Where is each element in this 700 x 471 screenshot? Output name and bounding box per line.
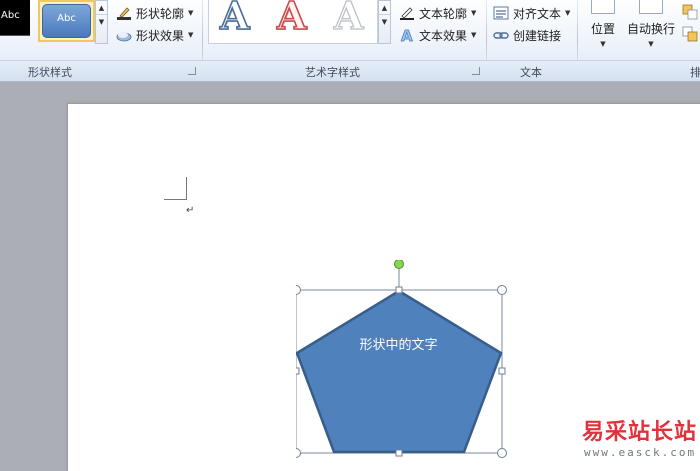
bring-forward-icon[interactable] xyxy=(682,4,698,20)
shape-effects-label: 形状效果 xyxy=(136,28,185,43)
wordart-gallery-scroll[interactable]: ▲ ▼ xyxy=(378,0,391,44)
align-text-icon xyxy=(493,5,509,21)
chevron-down-icon: ▼ xyxy=(565,9,571,17)
scroll-up-icon[interactable]: ▲ xyxy=(379,1,390,15)
resize-handle-top-left[interactable] xyxy=(296,285,301,295)
watermark-logo: 易采站长站 xyxy=(582,419,698,445)
wordart-sample-blue[interactable]: A xyxy=(219,0,250,38)
chevron-down-icon: ▼ xyxy=(648,40,654,48)
shape-outline-label: 形状轮廓 xyxy=(136,6,185,21)
text-effects-label: 文本效果 xyxy=(419,28,468,43)
swatch-label: Abc xyxy=(42,4,91,38)
text-outline-button[interactable]: 文本轮廓 ▼ xyxy=(399,4,476,22)
chevron-down-icon: ▼ xyxy=(188,31,194,39)
chevron-down-icon: ▼ xyxy=(471,9,477,17)
align-text-button[interactable]: 对齐文本 ▼ xyxy=(493,4,570,22)
wordart-sample-gray[interactable]: A xyxy=(333,0,364,38)
text-effects-button[interactable]: A 文本效果 ▼ xyxy=(399,26,477,44)
ribbon: Abc Abc ▲ ▼ 形状轮廓 ▼ 形状效果 ▼ A A A ▲ ▼ 文本轮廓… xyxy=(0,0,700,82)
wrap-text-button[interactable]: 自动换行 ▼ xyxy=(626,0,676,48)
create-link-label: 创建链接 xyxy=(513,28,562,43)
wrap-text-icon xyxy=(639,0,663,14)
shape-style-swatch-black[interactable]: Abc xyxy=(0,0,30,36)
wrap-text-label: 自动换行 xyxy=(626,22,675,36)
wordart-sample-red[interactable]: A xyxy=(276,0,307,38)
position-button[interactable]: 位置 ▼ xyxy=(586,0,620,48)
align-text-label: 对齐文本 xyxy=(513,6,562,21)
create-link-button[interactable]: 创建链接 xyxy=(493,26,561,44)
resize-handle-left[interactable] xyxy=(296,367,300,375)
position-icon xyxy=(591,0,615,14)
shape-text[interactable]: 形状中的文字 xyxy=(296,334,501,353)
chevron-down-icon: ▼ xyxy=(188,9,194,17)
resize-handle-top-right[interactable] xyxy=(497,285,507,295)
page-margin-corner-mark xyxy=(164,177,187,200)
gallery-more-icon[interactable]: ▼ xyxy=(379,15,390,29)
ribbon-group-labels: 形状样式 艺术字样式 文本 排 xyxy=(0,60,700,81)
dialog-launcher-icon[interactable] xyxy=(472,67,480,75)
pentagon-shape[interactable]: 形状中的文字 xyxy=(296,260,508,458)
gallery-more-icon[interactable]: ▼ xyxy=(96,15,107,29)
pencil-outline-icon xyxy=(116,5,132,21)
shape-effects-button[interactable]: 形状效果 ▼ xyxy=(116,26,193,44)
group-label-text: 文本 xyxy=(520,66,542,79)
position-label: 位置 xyxy=(590,22,615,36)
pentagon-shape-graphic xyxy=(296,260,507,458)
watermark-url: www.easck.com xyxy=(584,446,697,459)
group-label-shape-styles: 形状样式 xyxy=(28,66,72,79)
resize-handle-top[interactable] xyxy=(395,286,403,294)
send-backward-icon[interactable] xyxy=(682,26,698,42)
text-outline-label: 文本轮廓 xyxy=(419,6,468,21)
chevron-down-icon: ▼ xyxy=(471,31,477,39)
paragraph-mark-icon: ↵ xyxy=(186,205,195,216)
text-effects-icon: A xyxy=(399,27,415,43)
group-label-wordart-styles: 艺术字样式 xyxy=(305,66,360,79)
rotate-handle[interactable] xyxy=(394,260,404,269)
pen-line-icon xyxy=(399,5,415,21)
chain-link-icon xyxy=(493,27,509,43)
document-canvas: ↵ 形状中的文字 易采站长站 www.easck.com xyxy=(0,82,700,471)
scroll-up-icon[interactable]: ▲ xyxy=(96,1,107,15)
chevron-down-icon: ▼ xyxy=(600,40,606,48)
shape-outline-button[interactable]: 形状轮廓 ▼ xyxy=(116,4,193,22)
shape-style-gallery-scroll[interactable]: ▲ ▼ xyxy=(95,0,108,44)
resize-handle-bottom-left[interactable] xyxy=(296,448,301,458)
resize-handle-bottom[interactable] xyxy=(395,449,403,457)
shape-style-swatch-blue-selected[interactable]: Abc xyxy=(38,0,95,42)
dialog-launcher-icon[interactable] xyxy=(188,67,196,75)
resize-handle-right[interactable] xyxy=(498,367,506,375)
group-label-arrange: 排 xyxy=(690,66,700,79)
shape-effects-icon xyxy=(116,27,132,43)
swatch-label: Abc xyxy=(1,10,20,21)
resize-handle-bottom-right[interactable] xyxy=(497,448,507,458)
svg-text:A: A xyxy=(401,27,413,43)
